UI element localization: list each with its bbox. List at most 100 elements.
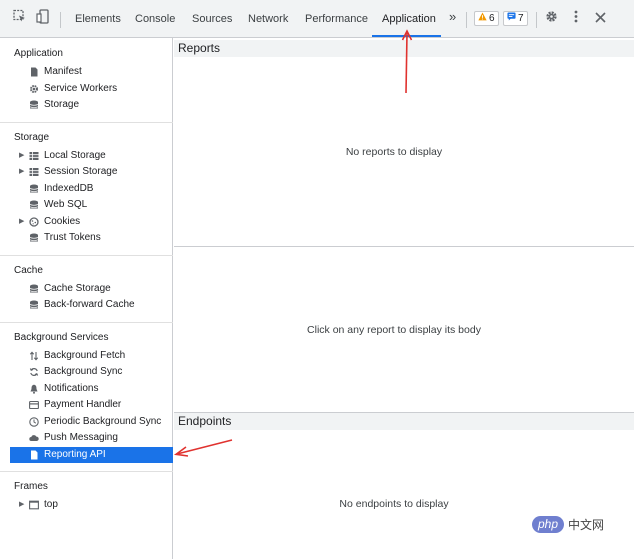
expand-arrow-icon[interactable]: ▶ <box>19 214 24 230</box>
grid-icon <box>29 168 39 176</box>
tab-performance[interactable]: Performance <box>305 11 368 27</box>
database-icon <box>29 233 39 242</box>
arrows-updown-icon <box>29 351 39 361</box>
sidebar-item-label: Periodic Background Sync <box>44 416 162 427</box>
sidebar-item-web-sql[interactable]: Web SQL <box>12 197 172 213</box>
sidebar-item-label: Payment Handler <box>44 399 122 410</box>
cookie-icon <box>29 217 39 227</box>
toolbar-divider <box>466 12 467 28</box>
section-title-background-services: Background Services <box>14 332 109 343</box>
sidebar-item-push-messaging[interactable]: Push Messaging <box>12 430 172 446</box>
database-icon <box>29 100 39 109</box>
sidebar-item-label: Session Storage <box>44 166 118 177</box>
watermark-logo: php <box>532 516 565 533</box>
sidebar-item-label: top <box>44 499 58 510</box>
sidebar-item-label: Web SQL <box>44 199 88 210</box>
expand-arrow-icon[interactable]: ▶ <box>19 497 24 513</box>
issues-count: 7 <box>518 13 524 24</box>
application-sidebar: Application Manifest Service Workers Sto… <box>0 38 173 559</box>
no-endpoints-message: No endpoints to display <box>339 498 449 510</box>
watermark-site: 中文网 <box>568 518 605 532</box>
sidebar-item-background-fetch[interactable]: Background Fetch <box>12 348 172 364</box>
endpoints-header: Endpoints <box>174 413 634 430</box>
sidebar-item-label: Notifications <box>44 383 99 394</box>
sidebar-item-reporting-api[interactable]: Reporting API <box>10 447 173 463</box>
sidebar-item-trust-tokens[interactable]: Trust Tokens <box>12 230 172 246</box>
section-divider <box>0 122 173 123</box>
sidebar-item-label: Local Storage <box>44 150 106 161</box>
close-icon[interactable] <box>595 10 606 28</box>
tab-elements[interactable]: Elements <box>75 11 121 27</box>
sidebar-item-label: Push Messaging <box>44 432 118 443</box>
device-toolbar-icon[interactable] <box>36 9 50 29</box>
cloud-icon <box>29 435 39 441</box>
sidebar-item-label: Reporting API <box>44 449 106 460</box>
issues-badge[interactable]: 7 <box>503 11 528 26</box>
toolbar-divider <box>536 12 537 28</box>
more-tabs-button[interactable]: » <box>449 9 456 25</box>
document-icon <box>31 450 38 460</box>
sidebar-item-frame-top[interactable]: ▶ top <box>12 497 172 513</box>
sidebar-item-cookies[interactable]: ▶ Cookies <box>12 214 172 230</box>
tab-application[interactable]: Application <box>382 11 436 27</box>
sidebar-item-label: Back-forward Cache <box>44 299 135 310</box>
section-title-storage: Storage <box>14 132 50 143</box>
message-icon <box>507 12 516 25</box>
annotation-arrow-left <box>173 439 233 457</box>
sidebar-item-label: Storage <box>44 99 80 110</box>
warnings-badge[interactable]: 6 <box>474 11 499 26</box>
database-icon <box>29 284 39 293</box>
sidebar-item-periodic-background-sync[interactable]: Periodic Background Sync <box>12 414 172 430</box>
bell-icon <box>30 384 38 394</box>
database-icon <box>29 184 39 193</box>
sidebar-item-service-workers[interactable]: Service Workers <box>12 81 172 97</box>
sidebar-item-background-sync[interactable]: Background Sync <box>12 364 172 380</box>
sidebar-item-back-forward-cache[interactable]: Back-forward Cache <box>12 297 172 313</box>
more-options-icon[interactable] <box>574 10 578 28</box>
sidebar-item-label: IndexedDB <box>44 183 94 194</box>
section-title-frames: Frames <box>14 481 48 492</box>
clock-icon <box>29 417 39 427</box>
database-icon <box>29 300 39 309</box>
gear-icon[interactable] <box>545 10 558 28</box>
expand-arrow-icon[interactable]: ▶ <box>19 148 24 164</box>
tab-sources[interactable]: Sources <box>192 11 232 27</box>
card-icon <box>29 400 39 410</box>
sidebar-item-label: Manifest <box>44 66 82 77</box>
devtools-toolbar: Elements Console Sources Network Perform… <box>0 0 634 38</box>
active-tab-indicator <box>372 35 441 37</box>
section-divider <box>0 322 173 323</box>
sidebar-item-label: Background Sync <box>44 366 123 377</box>
report-body-placeholder: Click on any report to display its body <box>307 324 481 336</box>
warning-icon <box>478 12 487 25</box>
sidebar-item-indexeddb[interactable]: IndexedDB <box>12 181 172 197</box>
reports-split-divider[interactable] <box>174 246 634 247</box>
grid-icon <box>29 152 39 160</box>
sidebar-item-cache-storage[interactable]: Cache Storage <box>12 281 172 297</box>
section-divider <box>0 255 173 256</box>
inspect-element-icon[interactable] <box>13 9 27 29</box>
sidebar-item-session-storage[interactable]: ▶ Session Storage <box>12 164 172 180</box>
database-icon <box>29 200 39 209</box>
no-reports-message: No reports to display <box>345 146 443 158</box>
expand-arrow-icon[interactable]: ▶ <box>19 164 24 180</box>
frame-icon <box>29 500 39 510</box>
sidebar-item-label: Trust Tokens <box>44 232 101 243</box>
sidebar-item-local-storage[interactable]: ▶ Local Storage <box>12 148 172 164</box>
section-divider <box>0 471 173 472</box>
warnings-count: 6 <box>489 13 495 24</box>
sidebar-item-label: Cache Storage <box>44 283 111 294</box>
document-icon <box>31 67 38 77</box>
sync-icon <box>29 368 39 376</box>
sidebar-item-payment-handler[interactable]: Payment Handler <box>12 397 172 413</box>
tab-network[interactable]: Network <box>248 11 288 27</box>
watermark: php 中文网 <box>532 516 604 533</box>
sidebar-item-storage[interactable]: Storage <box>12 97 172 113</box>
sidebar-item-notifications[interactable]: Notifications <box>12 381 172 397</box>
gear-icon <box>30 85 38 93</box>
tab-console[interactable]: Console <box>135 11 175 27</box>
reports-header: Reports <box>174 40 634 57</box>
toolbar-divider <box>60 12 61 28</box>
section-title-cache: Cache <box>14 265 43 276</box>
sidebar-item-manifest[interactable]: Manifest <box>12 64 172 80</box>
